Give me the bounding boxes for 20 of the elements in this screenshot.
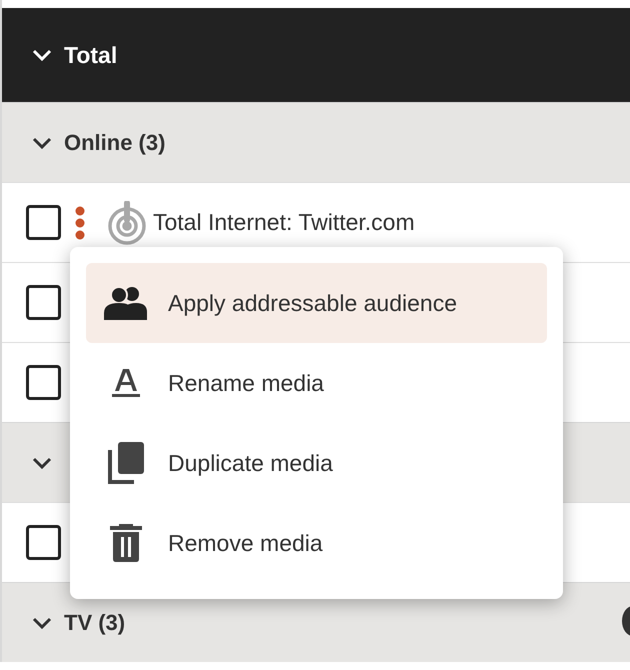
text-format-icon	[110, 367, 142, 399]
people-icon	[104, 285, 148, 321]
checkbox[interactable]	[26, 365, 61, 400]
header-title: Total	[64, 42, 118, 68]
group-title: TV (3)	[64, 610, 126, 636]
menu-item[interactable]: Apply addressable audience	[86, 263, 547, 343]
media-name: Total Internet: Twitter.com	[153, 209, 415, 236]
more-icon[interactable]	[75, 206, 85, 240]
checkbox[interactable]	[26, 285, 61, 320]
checkbox[interactable]	[26, 205, 61, 240]
trash-icon	[110, 524, 142, 562]
group-title: Online (3)	[64, 130, 166, 156]
total-header[interactable]: Total	[2, 8, 630, 102]
checkbox[interactable]	[26, 525, 61, 560]
target-icon	[107, 200, 147, 244]
menu-item[interactable]: Rename media	[86, 343, 547, 423]
group-header[interactable]: Online (3)	[2, 102, 630, 182]
copy-icon	[108, 442, 144, 484]
menu-item[interactable]: Remove media	[86, 503, 547, 583]
menu-item[interactable]: Duplicate media	[86, 423, 547, 503]
